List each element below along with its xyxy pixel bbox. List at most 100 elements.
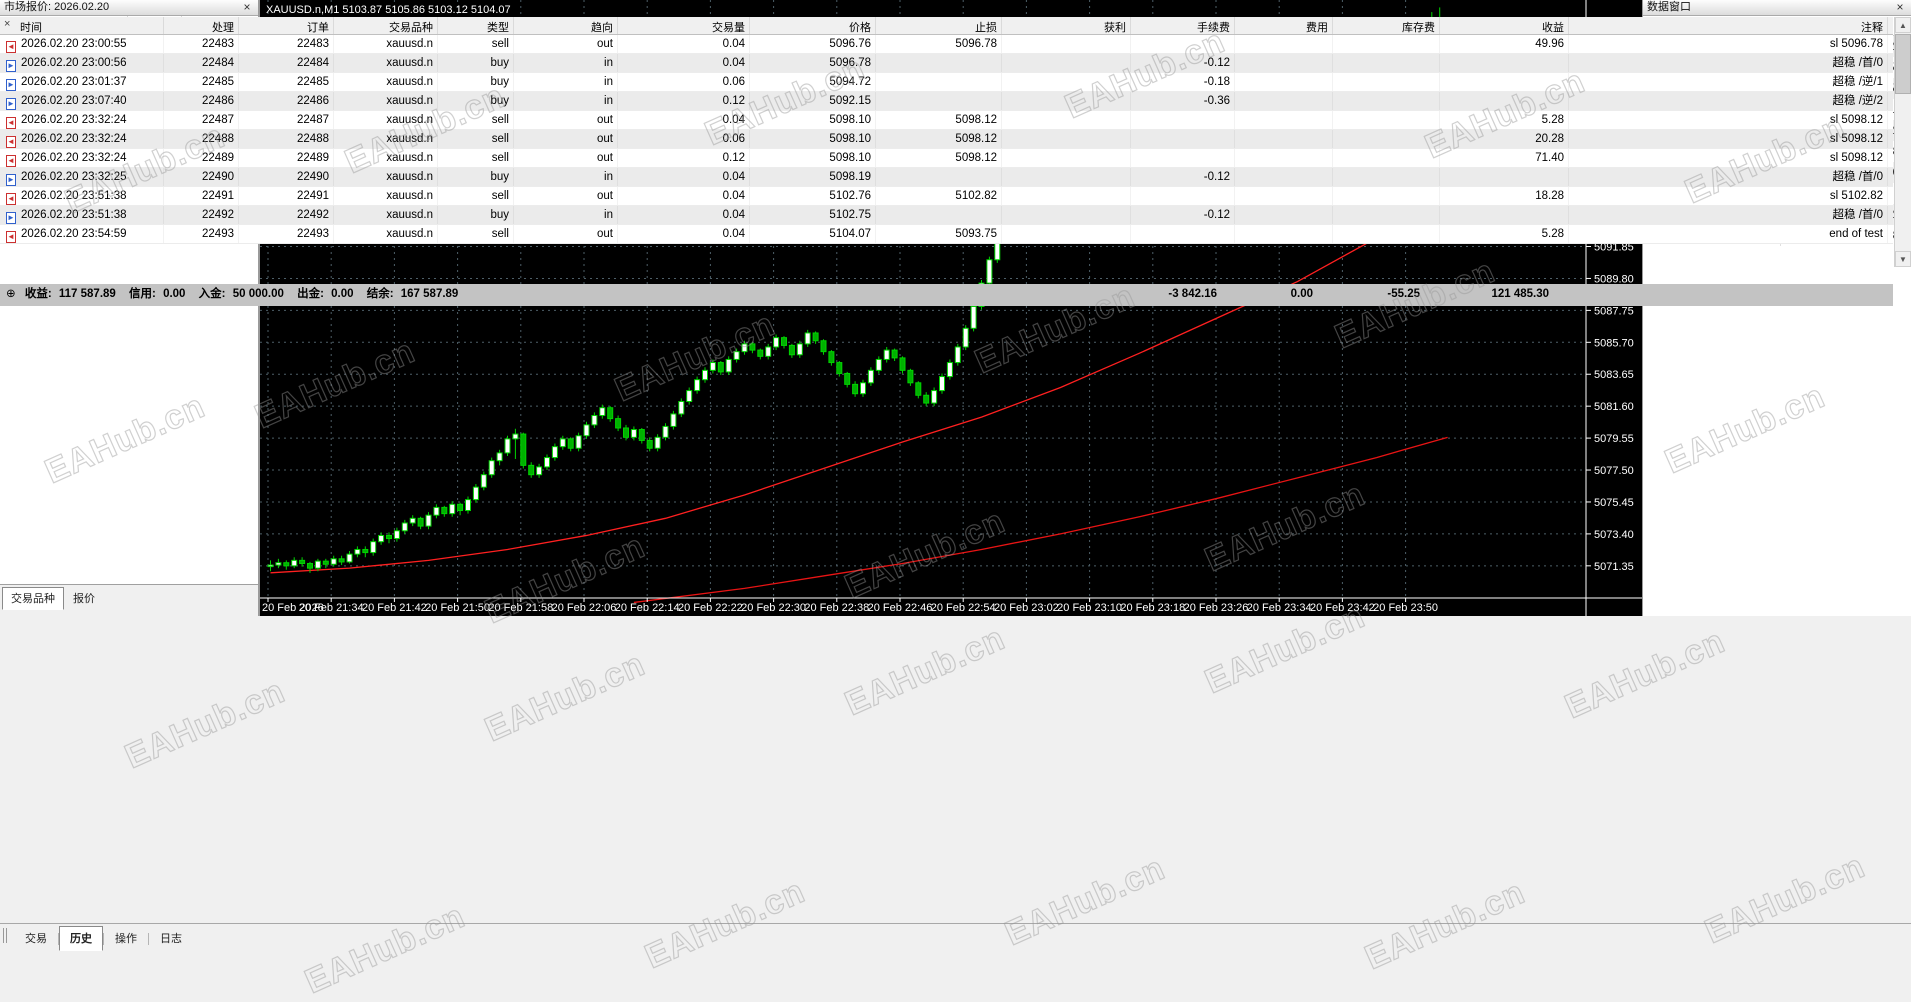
summary-credit-label: 信用: — [129, 288, 156, 300]
deal-order: 22490 — [239, 168, 334, 186]
history-column-header[interactable]: 类型 — [438, 17, 514, 34]
deal-fee — [1235, 35, 1333, 53]
history-row[interactable]: ► 2026.02.20 23:51:38 22492 22492 xauusd.n bu… — [0, 206, 1893, 225]
history-column-header[interactable]: 价格 — [750, 17, 876, 34]
deal-swap — [1333, 149, 1440, 167]
deal-deal: 22493 — [164, 225, 239, 243]
deal-dir: out — [514, 130, 618, 148]
close-icon[interactable]: × — [1893, 0, 1907, 15]
history-column-header[interactable]: 获利 — [1002, 17, 1131, 34]
deal-price: 5098.19 — [750, 168, 876, 186]
tab-history[interactable]: 历史 — [59, 926, 103, 951]
deal-volume: 0.04 — [618, 35, 750, 53]
history-scrollbar[interactable]: ▲ ▼ — [1894, 17, 1911, 267]
deal-commission — [1131, 187, 1235, 205]
deal-swap — [1333, 92, 1440, 110]
deal-commission: -0.36 — [1131, 92, 1235, 110]
deal-sl: 5093.75 — [876, 225, 1002, 243]
deal-deal: 22484 — [164, 54, 239, 72]
deal-profit: 5.28 — [1440, 111, 1569, 129]
deal-fee — [1235, 111, 1333, 129]
svg-text:20 Feb 21:50: 20 Feb 21:50 — [425, 602, 490, 614]
deal-dir: out — [514, 187, 618, 205]
scroll-down-icon[interactable]: ▼ — [1895, 251, 1911, 267]
svg-text:20 Feb 23:02: 20 Feb 23:02 — [994, 602, 1059, 614]
market-watch-titlebar: 市场报价: 2026.02.20 × — [0, 0, 258, 16]
deal-profit — [1440, 73, 1569, 91]
summary-credit-value: 0.00 — [163, 288, 186, 300]
svg-text:20 Feb 22:14: 20 Feb 22:14 — [615, 602, 680, 614]
history-row[interactable]: ◄ 2026.02.20 23:00:55 22483 22483 xauusd.n se… — [0, 35, 1893, 54]
history-column-header[interactable]: 手续费 — [1131, 17, 1235, 34]
deal-fee — [1235, 206, 1333, 224]
deal-sl — [876, 206, 1002, 224]
market-watch-tab-quotes[interactable]: 报价 — [64, 587, 104, 610]
deal-commission — [1131, 35, 1235, 53]
history-column-header[interactable]: 订单 — [239, 17, 334, 34]
svg-text:20 Feb 23:42: 20 Feb 23:42 — [1310, 602, 1375, 614]
data-window-titlebar: 数据窗口 × — [1643, 0, 1911, 16]
deal-commission: -0.18 — [1131, 73, 1235, 91]
history-column-header[interactable]: 交易量 — [618, 17, 750, 34]
buy-deal-icon: ► — [6, 98, 16, 110]
scroll-up-icon[interactable]: ▲ — [1895, 17, 1911, 33]
history-column-header[interactable]: 止损 — [876, 17, 1002, 34]
deal-order: 22487 — [239, 111, 334, 129]
history-column-header[interactable]: 趋向 — [514, 17, 618, 34]
history-row[interactable]: ► 2026.02.20 23:07:40 22486 22486 xauusd.n bu… — [0, 92, 1893, 111]
deal-tp — [1002, 35, 1131, 53]
scrollbar-thumb[interactable] — [1895, 34, 1911, 94]
deal-sl — [876, 54, 1002, 72]
deal-type: buy — [438, 92, 514, 110]
deal-type: sell — [438, 187, 514, 205]
market-watch-title: 市场报价: 2026.02.20 — [4, 1, 110, 13]
history-column-header[interactable]: 收益 — [1440, 17, 1569, 34]
deal-sl: 5098.12 — [876, 130, 1002, 148]
tab-journal[interactable]: 日志 — [149, 926, 193, 951]
deal-volume: 0.12 — [618, 149, 750, 167]
drag-grip[interactable] — [3, 928, 7, 943]
deal-deal: 22489 — [164, 149, 239, 167]
deal-comment: sl 5098.12 — [1569, 149, 1888, 167]
history-column-header[interactable]: 库存费 — [1333, 17, 1440, 34]
history-row[interactable]: ◄ 2026.02.20 23:32:24 22488 22488 xauusd.n se… — [0, 130, 1893, 149]
sell-deal-icon: ◄ — [6, 231, 16, 243]
history-column-header[interactable]: 注释 — [1569, 17, 1888, 34]
history-row[interactable]: ◄ 2026.02.20 23:32:24 22487 22487 xauusd.n se… — [0, 111, 1893, 130]
market-watch-tab-symbols[interactable]: 交易品种 — [2, 587, 64, 610]
svg-text:5073.40: 5073.40 — [1594, 529, 1634, 541]
expander-icon[interactable]: ⊕ — [6, 288, 16, 300]
history-row[interactable]: ► 2026.02.20 23:01:37 22485 22485 xauusd.n bu… — [0, 73, 1893, 92]
deal-deal: 22488 — [164, 130, 239, 148]
history-column-header[interactable]: 交易品种 — [334, 17, 438, 34]
deal-volume: 0.06 — [618, 73, 750, 91]
history-row[interactable]: ► 2026.02.20 23:00:56 22484 22484 xauusd.n bu… — [0, 54, 1893, 73]
deal-dir: out — [514, 225, 618, 243]
deal-symbol: xauusd.n — [334, 206, 438, 224]
deal-profit — [1440, 92, 1569, 110]
deal-profit: 49.96 — [1440, 35, 1569, 53]
deal-time: 2026.02.20 23:32:24 — [21, 152, 127, 164]
svg-text:5085.70: 5085.70 — [1594, 337, 1634, 349]
deal-comment: sl 5098.12 — [1569, 111, 1888, 129]
history-column-header[interactable]: 时间 — [0, 17, 164, 34]
deal-swap — [1333, 35, 1440, 53]
history-row[interactable]: ◄ 2026.02.20 23:54:59 22493 22493 xauusd.n se… — [0, 225, 1893, 244]
deal-tp — [1002, 225, 1131, 243]
history-row[interactable]: ◄ 2026.02.20 23:32:24 22489 22489 xauusd.n se… — [0, 149, 1893, 168]
history-column-header[interactable]: 费用 — [1235, 17, 1333, 34]
deal-volume: 0.12 — [618, 92, 750, 110]
deal-deal: 22486 — [164, 92, 239, 110]
history-column-header[interactable]: 处理 — [164, 17, 239, 34]
history-row[interactable]: ► 2026.02.20 23:32:25 22490 22490 xauusd.n bu… — [0, 168, 1893, 187]
close-icon[interactable]: × — [4, 18, 10, 30]
close-icon[interactable]: × — [240, 0, 254, 15]
deal-price: 5098.10 — [750, 130, 876, 148]
tab-operations[interactable]: 操作 — [104, 926, 148, 951]
deal-dir: in — [514, 206, 618, 224]
deal-price: 5092.15 — [750, 92, 876, 110]
deal-profit: 18.28 — [1440, 187, 1569, 205]
history-row[interactable]: ◄ 2026.02.20 23:51:38 22491 22491 xauusd.n se… — [0, 187, 1893, 206]
tab-trade[interactable]: 交易 — [14, 926, 58, 951]
deal-sl: 5098.12 — [876, 149, 1002, 167]
